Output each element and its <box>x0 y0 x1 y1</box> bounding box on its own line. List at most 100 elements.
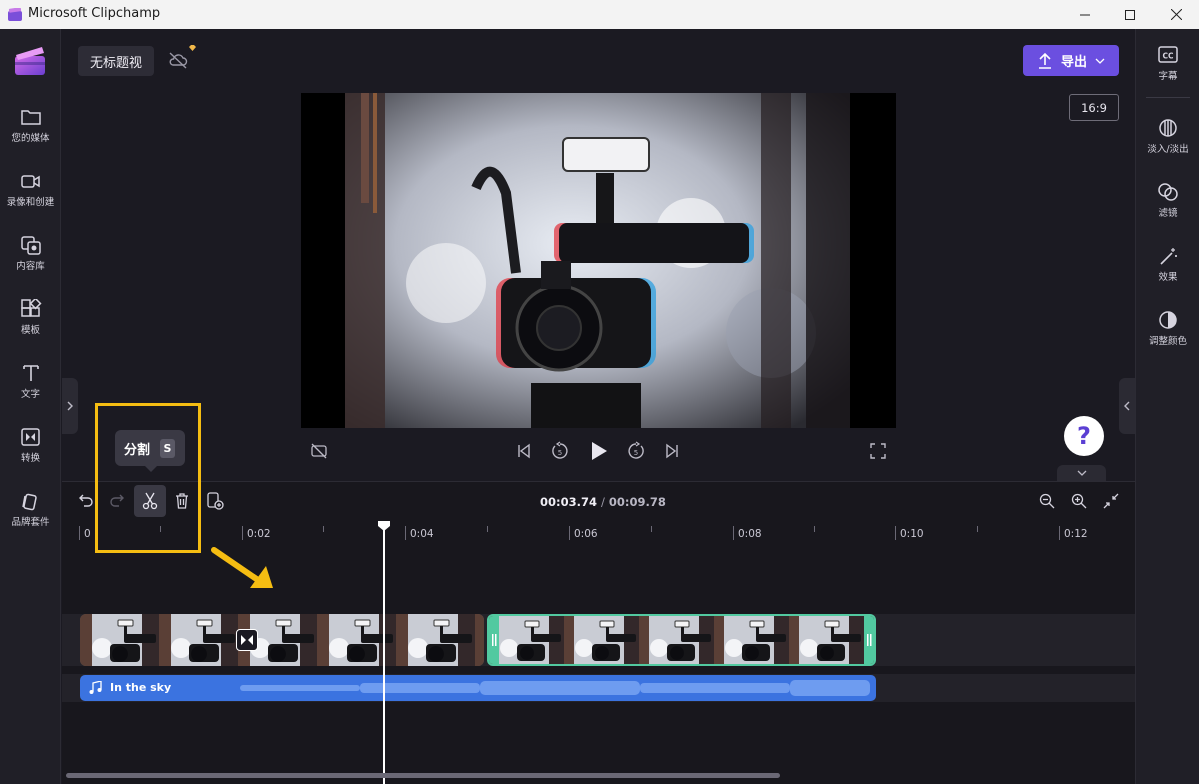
video-clip-selected[interactable] <box>487 614 876 666</box>
play-button[interactable] <box>589 441 609 461</box>
sidebar-item-label: 您的媒体 <box>11 133 50 144</box>
hide-preview-button[interactable] <box>309 442 329 460</box>
sidebar-item-label: 品牌套件 <box>11 517 50 528</box>
sidebar-item-text[interactable]: 文字 <box>0 363 61 400</box>
rewind-5-icon: 5 <box>552 441 568 459</box>
adjust-colors-icon <box>1159 311 1177 329</box>
sidebar-item-fade[interactable]: 淡入/淡出 <box>1136 118 1199 155</box>
transitions-icon <box>20 428 40 446</box>
export-label: 导出 <box>1061 55 1088 70</box>
right-sidebar: CC 字幕 淡入/淡出 滤镜 效果 调整颜色 <box>1135 29 1199 784</box>
text-icon <box>22 365 39 381</box>
ruler-tick <box>569 526 570 540</box>
video-frame-image <box>301 93 896 428</box>
sidebar-item-captions[interactable]: CC 字幕 <box>1136 45 1199 82</box>
collapse-arrows-icon <box>1103 493 1119 509</box>
sidebar-item-label: 字幕 <box>1158 71 1178 82</box>
ruler-tick <box>1059 526 1060 540</box>
export-button[interactable]: 导出 <box>1023 45 1119 76</box>
sidebar-item-brand-kit[interactable]: 品牌套件 <box>0 491 61 528</box>
brand-kit-icon <box>21 493 37 511</box>
ruler-tick <box>242 526 243 540</box>
sidebar-item-effects[interactable]: 效果 <box>1136 246 1199 283</box>
svg-text:5: 5 <box>634 449 638 457</box>
sidebar-item-templates[interactable]: 模板 <box>0 299 61 336</box>
cloud-sync-off-button[interactable] <box>168 51 188 73</box>
ruler-label: 0:06 <box>574 528 598 540</box>
svg-text:CC: CC <box>1162 52 1174 61</box>
sidebar-item-label: 录像和创建 <box>6 197 55 208</box>
fit-to-screen-button[interactable] <box>1102 492 1120 510</box>
ruler-tick <box>651 526 652 532</box>
add-media-icon <box>207 492 224 510</box>
sidebar-item-label: 转换 <box>20 453 40 464</box>
expand-right-panel-button[interactable] <box>1119 378 1135 434</box>
sidebar-item-filters[interactable]: 滤镜 <box>1136 182 1199 219</box>
ruler-label: 0 <box>84 528 91 540</box>
upload-icon <box>1039 52 1051 69</box>
maximize-button[interactable] <box>1107 0 1153 29</box>
help-button[interactable]: ? <box>1064 416 1104 456</box>
forward-5-icon: 5 <box>628 441 644 459</box>
maximize-icon <box>1125 9 1135 20</box>
ruler-tick <box>733 526 734 540</box>
sidebar-item-your-media[interactable]: 您的媒体 <box>0 107 61 144</box>
ruler-label: 0:12 <box>1064 528 1088 540</box>
filters-icon <box>1158 183 1178 201</box>
project-name-field[interactable]: 无标题视 <box>78 46 154 76</box>
aspect-ratio-button[interactable]: 16:9 <box>1069 94 1119 121</box>
add-to-timeline-button[interactable] <box>206 492 224 510</box>
sidebar-item-label: 文字 <box>20 389 40 400</box>
divider <box>1146 97 1190 98</box>
sidebar-item-transitions[interactable]: 转换 <box>0 427 61 464</box>
sidebar-item-label: 滤镜 <box>1158 208 1178 219</box>
close-button[interactable] <box>1153 0 1199 29</box>
skip-to-end-button[interactable] <box>662 442 682 460</box>
playhead-handle[interactable] <box>377 520 391 532</box>
video-off-icon <box>311 443 327 459</box>
fullscreen-button[interactable] <box>868 442 888 460</box>
ruler-label: 0:10 <box>900 528 924 540</box>
chevron-down-icon <box>1077 470 1086 476</box>
video-preview[interactable] <box>301 93 896 428</box>
sidebar-item-label: 内容库 <box>16 261 45 272</box>
sidebar-item-content-library[interactable]: 内容库 <box>0 235 61 272</box>
sidebar-item-adjust-colors[interactable]: 调整颜色 <box>1136 310 1199 347</box>
sidebar-item-label: 模板 <box>20 325 40 336</box>
transition-icon <box>241 635 253 645</box>
skip-back-icon <box>518 443 530 459</box>
music-note-icon <box>89 681 102 694</box>
current-time: 00:03.74 <box>540 495 597 509</box>
play-icon <box>592 442 607 460</box>
captions-icon: CC <box>1158 46 1178 63</box>
transition-button[interactable] <box>236 629 258 651</box>
forward-5s-button[interactable]: 5 <box>625 441 647 461</box>
cloud-off-icon <box>169 52 188 69</box>
left-sidebar: 您的媒体 录像和创建 内容库 模板 文字 转换 品牌套件 <box>0 29 61 784</box>
playhead-line[interactable] <box>383 527 385 784</box>
sidebar-item-record-create[interactable]: 录像和创建 <box>0 171 61 208</box>
effects-icon <box>1160 248 1177 265</box>
timeline-scrollbar[interactable] <box>66 773 780 778</box>
zoom-out-button[interactable] <box>1038 492 1056 510</box>
collapse-preview-button[interactable] <box>1057 465 1106 481</box>
rewind-5s-button[interactable]: 5 <box>549 441 571 461</box>
expand-left-panel-button[interactable] <box>62 378 78 434</box>
clipchamp-logo-icon <box>15 47 45 75</box>
fade-icon <box>1159 119 1177 137</box>
content-library-icon <box>20 236 41 255</box>
minimize-icon <box>1080 14 1090 15</box>
zoom-in-button[interactable] <box>1070 492 1088 510</box>
skip-forward-icon <box>666 443 678 459</box>
sidebar-item-label: 调整颜色 <box>1148 336 1187 347</box>
time-display: 00:03.74 / 00:09.78 <box>540 495 666 509</box>
audio-clip[interactable]: In the sky <box>80 675 876 701</box>
video-clip[interactable] <box>80 614 484 666</box>
undo-button[interactable] <box>77 492 95 510</box>
fullscreen-icon <box>870 443 886 459</box>
title-bar: Microsoft Clipchamp <box>0 0 1199 29</box>
ruler-tick <box>405 526 406 540</box>
ruler-label: 0:04 <box>410 528 434 540</box>
skip-to-start-button[interactable] <box>514 442 534 460</box>
minimize-button[interactable] <box>1062 0 1108 29</box>
